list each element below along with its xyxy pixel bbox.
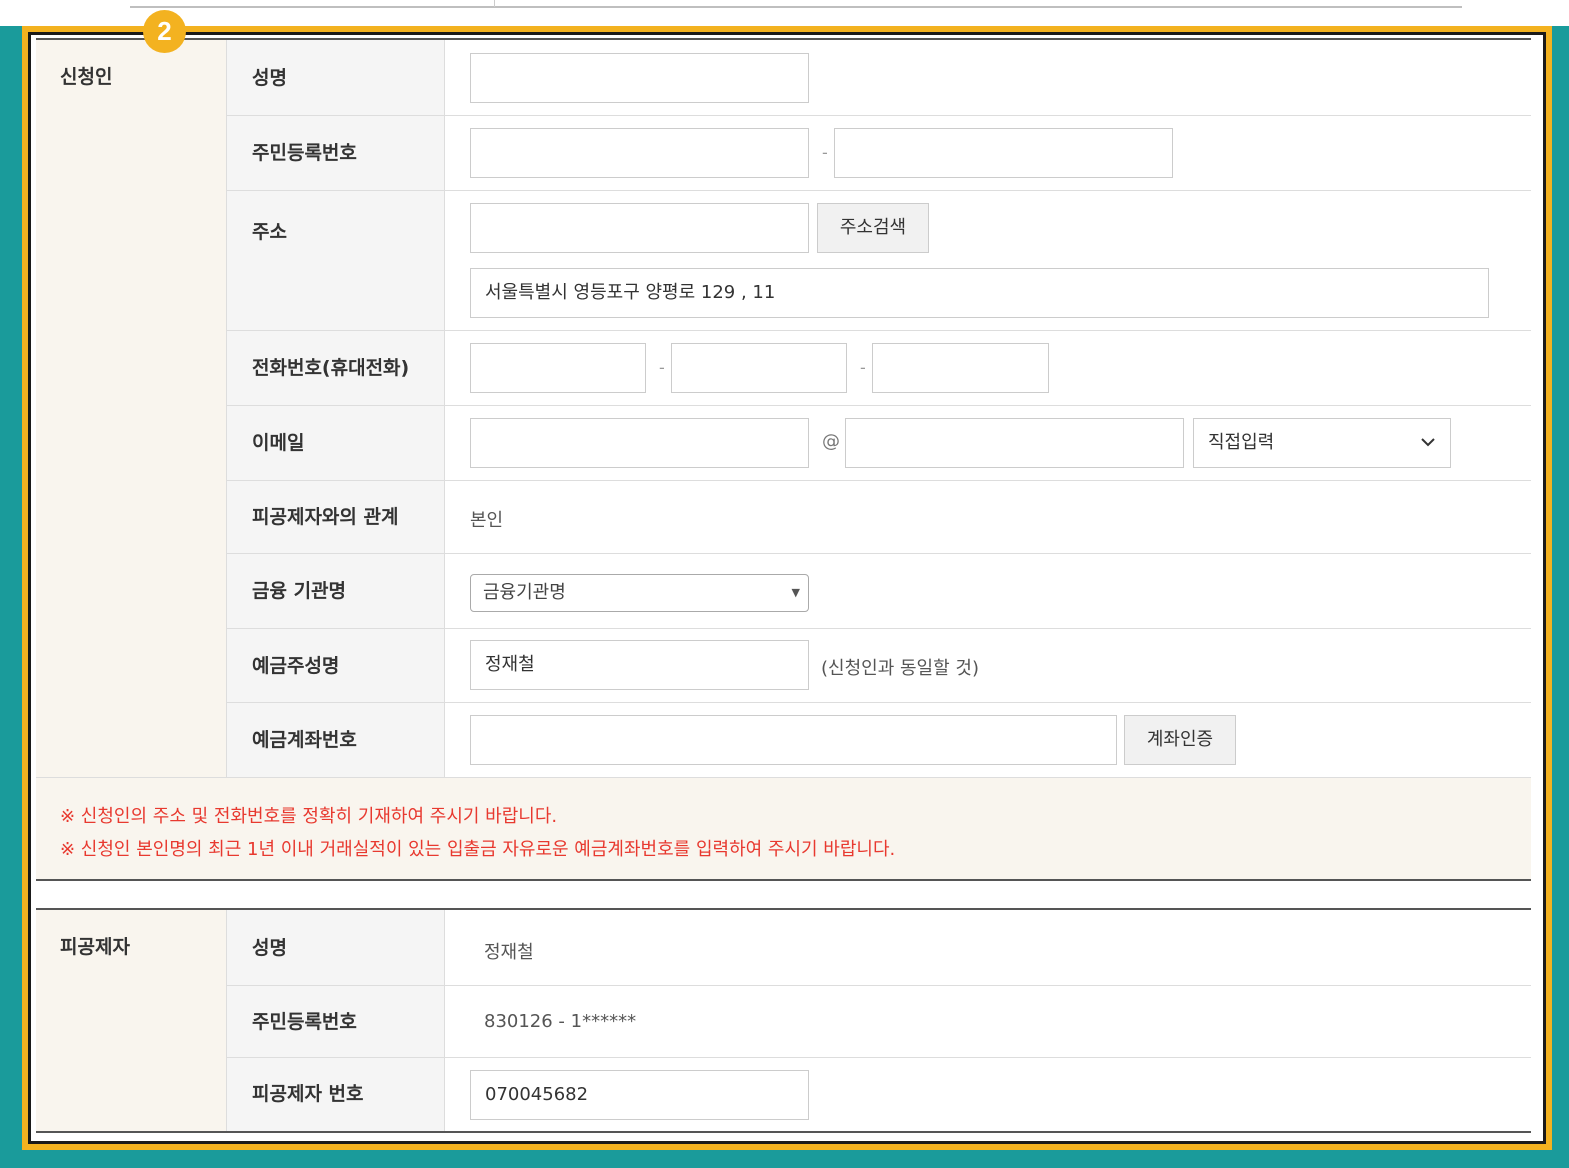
phone-dash-1: - — [659, 358, 665, 377]
notice-line-1: ※ 신청인의 주소 및 전화번호를 정확히 기재하여 주시기 바랍니다. — [60, 806, 558, 827]
email-id-input[interactable] — [470, 418, 809, 468]
applicant-name-input[interactable] — [470, 53, 809, 103]
tab-edge — [494, 0, 495, 7]
account-label: 예금계좌번호 — [227, 703, 445, 777]
triangle-down-icon: ▼ — [791, 586, 800, 599]
insured-rrn-row: 주민등록번호 830126 - 1****** — [227, 986, 1531, 1058]
rrn-label: 주민등록번호 — [227, 116, 445, 190]
relation-value: 본인 — [470, 510, 504, 531]
applicant-name-row: 성명 — [227, 40, 1531, 116]
phone-last-input[interactable] — [872, 343, 1049, 393]
bank-label: 금융 기관명 — [227, 554, 445, 628]
phone-first-input[interactable] — [470, 343, 646, 393]
rrn-back-input[interactable] — [834, 128, 1173, 178]
notice-line-2: ※ 신청인 본인명의 최근 1년 이내 거래실적이 있는 입출금 자유로운 예금… — [60, 839, 896, 860]
name-label: 성명 — [227, 40, 445, 115]
divider — [130, 6, 1462, 8]
applicant-account-row: 예금계좌번호 계좌인증 — [227, 703, 1531, 777]
applicant-category-label: 신청인 — [36, 40, 227, 777]
applicant-section: 신청인 성명 주민등록번호 - 주소 주소검색 서울특별시 영등포구 양평로 1… — [36, 38, 1531, 777]
bank-select[interactable]: 금융기관명 ▼ — [470, 574, 809, 612]
applicant-holder-row: 예금주성명 정재철 (신청인과 동일할 것) — [227, 629, 1531, 703]
email-domain-select[interactable]: 직접입력 — [1193, 418, 1451, 468]
insured-number-row: 피공제자 번호 070045682 — [227, 1058, 1531, 1131]
insured-name-row: 성명 정재철 — [227, 910, 1531, 986]
insured-section: 피공제자 성명 정재철 주민등록번호 830126 - 1****** 피공제자… — [36, 908, 1531, 1133]
holder-note: (신청인과 동일할 것) — [821, 658, 979, 679]
insured-number-input[interactable]: 070045682 — [470, 1070, 809, 1120]
zipcode-input[interactable] — [470, 203, 809, 253]
rrn-front-input[interactable] — [470, 128, 809, 178]
relation-label: 피공제자와의 관계 — [227, 481, 445, 553]
chevron-down-icon — [1420, 419, 1436, 486]
step-badge: 2 — [143, 10, 186, 53]
insured-category-label: 피공제자 — [36, 910, 227, 1131]
account-number-input[interactable] — [470, 715, 1117, 765]
insured-name-label: 성명 — [227, 910, 445, 985]
phone-dash-2: - — [860, 358, 866, 377]
email-label: 이메일 — [227, 406, 445, 480]
address-label: 주소 — [227, 191, 445, 330]
address-search-button[interactable]: 주소검색 — [817, 203, 929, 253]
email-domain-input[interactable] — [845, 418, 1184, 468]
holder-name-input[interactable]: 정재철 — [470, 640, 809, 690]
top-strip — [0, 0, 1569, 26]
notice-box: ※ 신청인의 주소 및 전화번호를 정확히 기재하여 주시기 바랍니다. ※ 신… — [36, 777, 1531, 881]
insured-rrn-label: 주민등록번호 — [227, 986, 445, 1057]
holder-label: 예금주성명 — [227, 629, 445, 702]
rrn-dash: - — [822, 143, 828, 162]
applicant-relation-row: 피공제자와의 관계 본인 — [227, 481, 1531, 554]
address-detail-input[interactable]: 서울특별시 영등포구 양평로 129 , 11 — [470, 268, 1489, 318]
applicant-bank-row: 금융 기관명 금융기관명 ▼ — [227, 554, 1531, 629]
insured-rrn-value: 830126 - 1****** — [484, 1011, 637, 1032]
phone-middle-input[interactable] — [671, 343, 847, 393]
insured-number-label: 피공제자 번호 — [227, 1058, 445, 1131]
applicant-email-row: 이메일 @ 직접입력 — [227, 406, 1531, 481]
phone-label: 전화번호(휴대전화) — [227, 331, 445, 405]
applicant-rrn-row: 주민등록번호 - — [227, 116, 1531, 191]
email-at-sign: @ — [822, 431, 840, 452]
bank-select-label: 금융기관명 — [483, 582, 566, 603]
applicant-phone-row: 전화번호(휴대전화) - - — [227, 331, 1531, 406]
account-verify-button[interactable]: 계좌인증 — [1124, 715, 1236, 765]
applicant-address-row: 주소 주소검색 서울특별시 영등포구 양평로 129 , 11 — [227, 191, 1531, 331]
email-domain-select-label: 직접입력 — [1208, 432, 1275, 453]
insured-name-value: 정재철 — [484, 942, 534, 963]
